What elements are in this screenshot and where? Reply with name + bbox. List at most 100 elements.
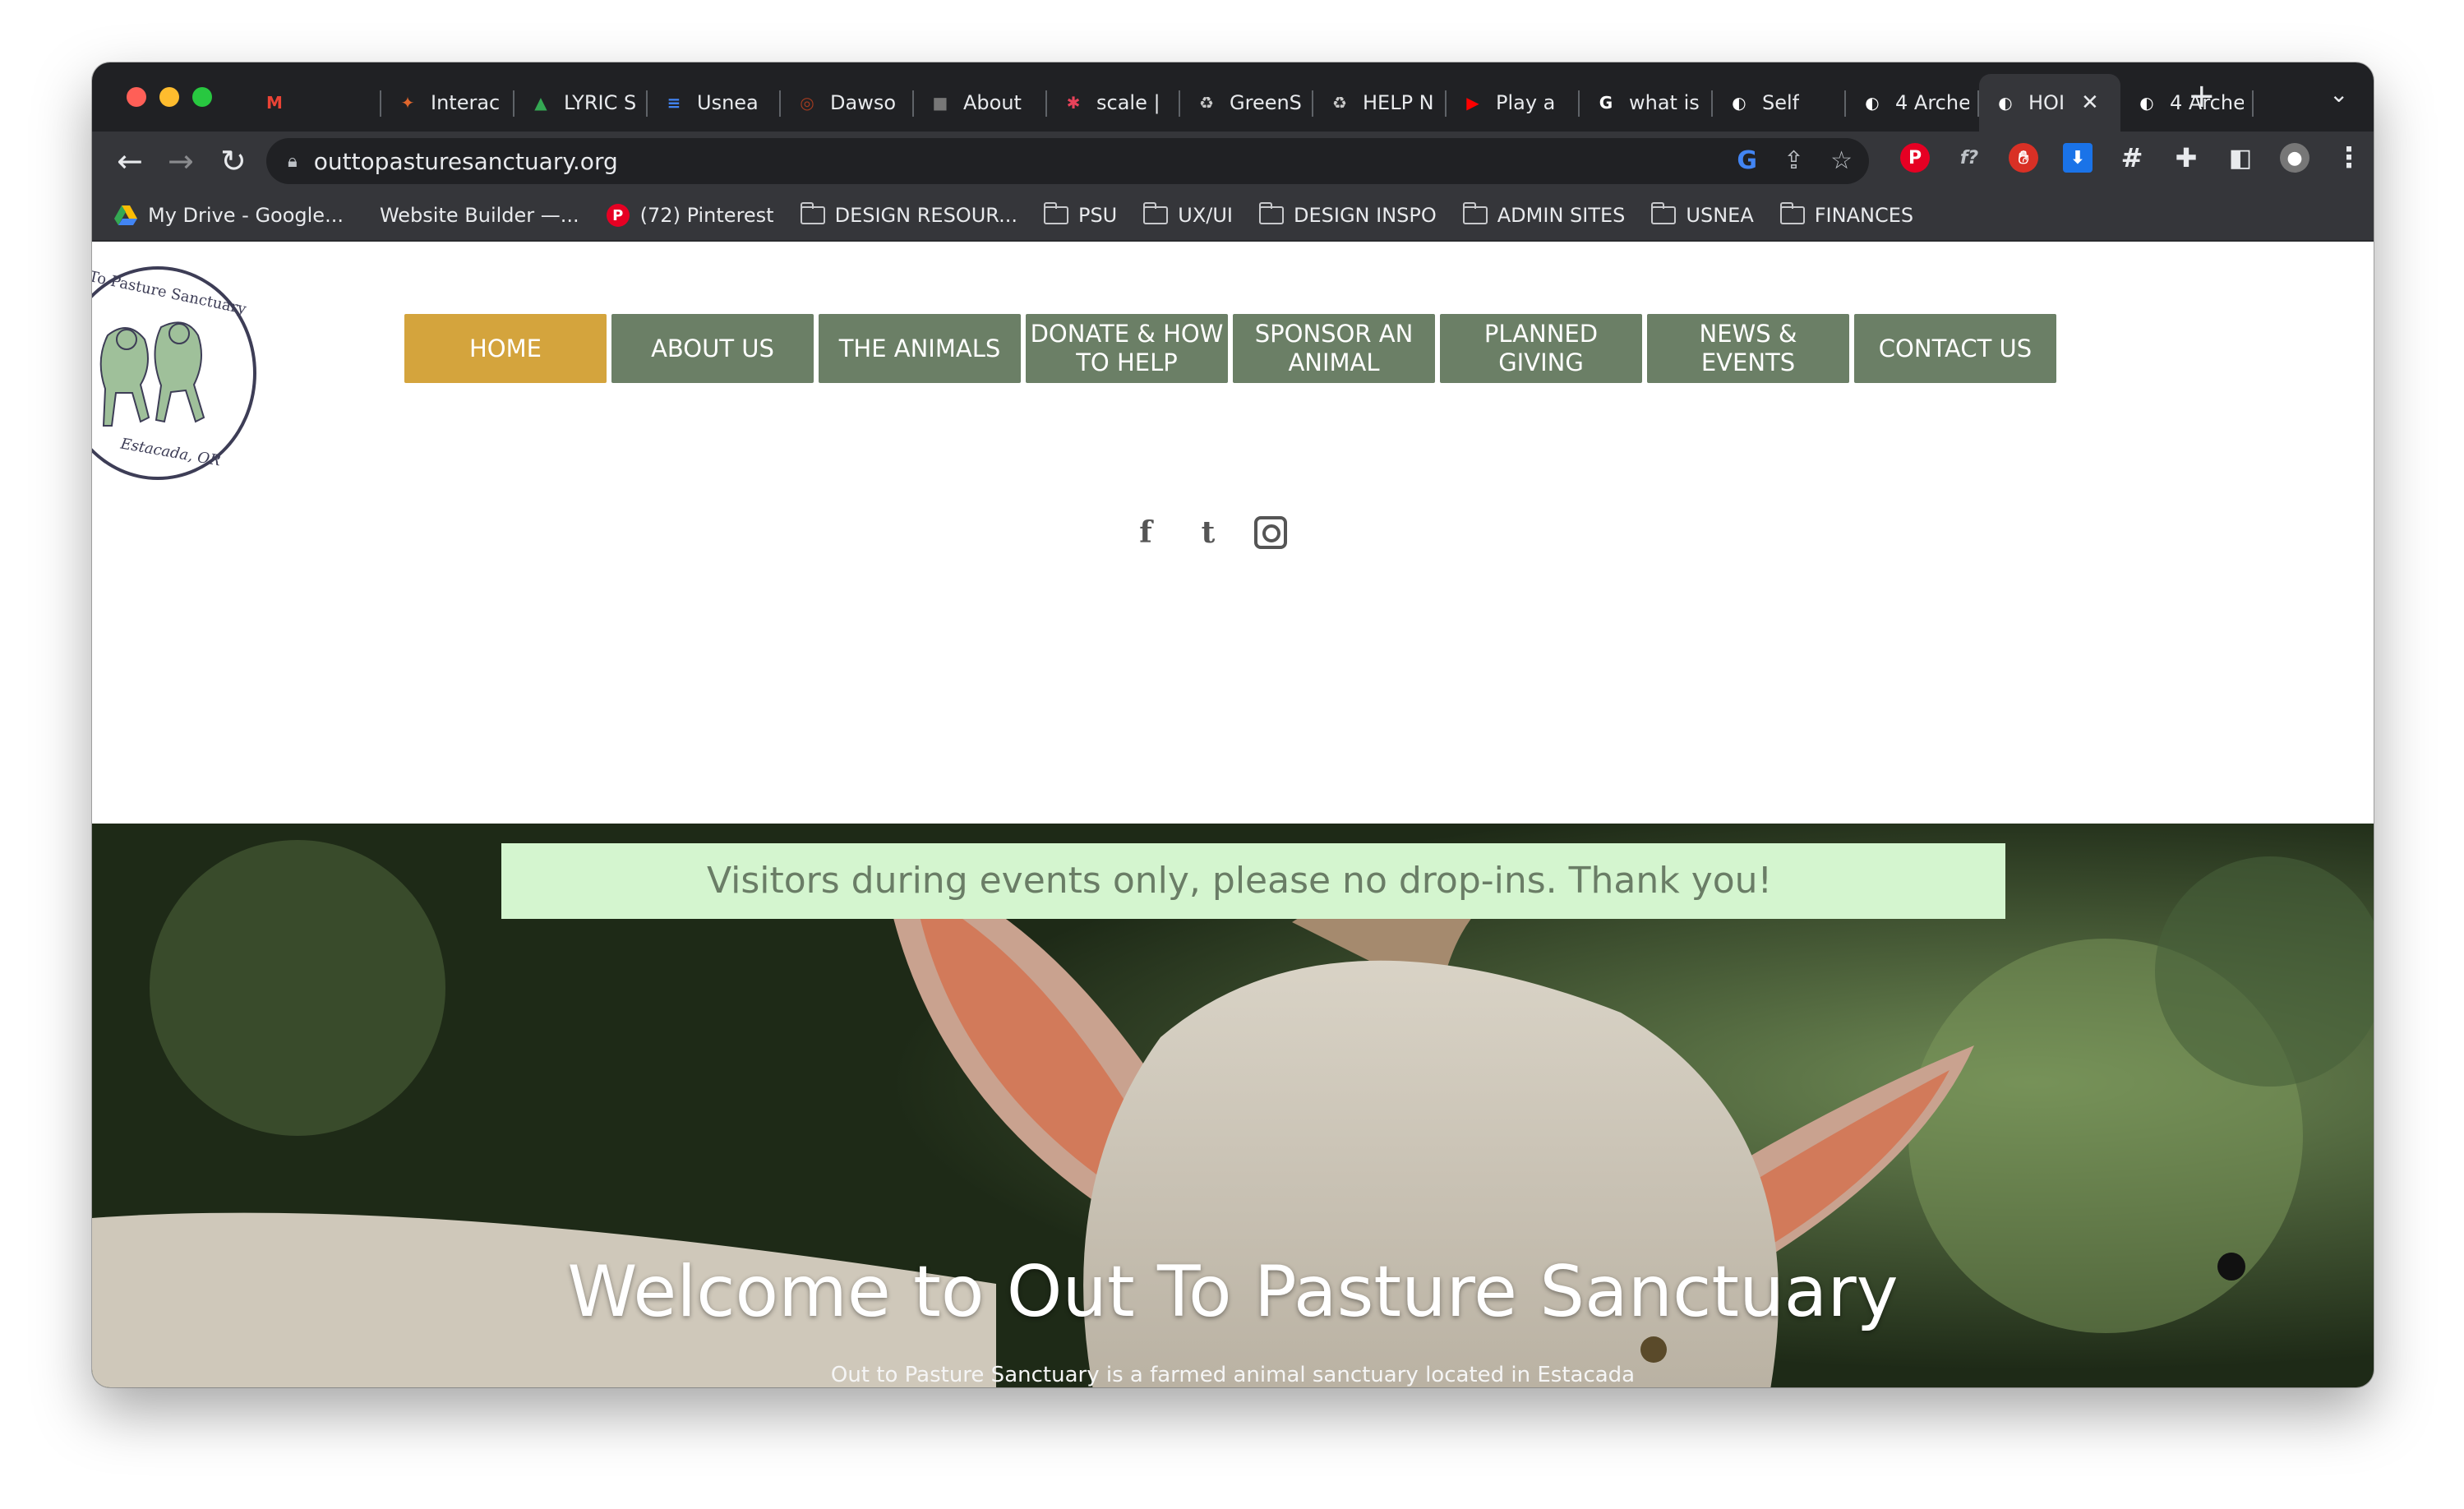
hero-subtitle: Out to Pasture Sanctuary is a farmed ani… (830, 1363, 1636, 1387)
drive-icon (113, 205, 138, 225)
tab-search-button[interactable]: ⌄ (2329, 81, 2348, 108)
bookmark-item[interactable]: FINANCES (1779, 202, 1913, 227)
bookmark-star-icon[interactable]: ☆ (1830, 145, 1853, 178)
google-icon: G (1599, 93, 1613, 113)
browser-tab[interactable]: ≡ Usnea (648, 74, 781, 132)
close-window-button[interactable] (127, 87, 146, 107)
bookmark-item[interactable]: My Drive - Google... (113, 204, 344, 227)
tab-list: M ✦ Interac ▲ LYRIC S ≡ Usnea ◎ Dawso ■ About ✱ scal… (248, 74, 2254, 132)
tab-title: Self (1762, 91, 1800, 114)
tab-title: scale | (1096, 91, 1160, 114)
kebab-menu-icon[interactable]: ⋮ (2334, 141, 2364, 174)
puzzle-extensions-icon[interactable]: ✚ (2171, 142, 2201, 173)
bookmark-item[interactable]: UX/UI (1143, 202, 1233, 227)
tab-title: Dawso (830, 91, 897, 114)
nav-item-home[interactable]: HOME (404, 314, 607, 383)
nav-item-news-events[interactable]: NEWS & EVENTS (1647, 314, 1849, 383)
chat-widget-button[interactable] (2217, 1253, 2245, 1281)
dawson-icon: ◎ (800, 93, 814, 113)
docs-icon: ≡ (667, 93, 681, 113)
maximize-window-button[interactable] (192, 87, 212, 107)
download-extension-icon[interactable]: ⬇︎ (2063, 143, 2093, 173)
new-tab-button[interactable]: + (2188, 77, 2216, 115)
tab-title: Play a (1496, 91, 1556, 114)
sidepanel-icon[interactable]: ◧ (2226, 143, 2255, 173)
tab-title: Interac (431, 91, 501, 114)
asterisk-icon: ✱ (1066, 93, 1081, 113)
browser-tab[interactable]: ▶ Play a (1447, 74, 1580, 132)
tab-title: 4 Arche (1895, 91, 1969, 114)
nav-item-planned-giving[interactable]: PLANNED GIVING (1440, 314, 1642, 383)
bookmark-label: My Drive - Google... (148, 204, 344, 227)
url-text[interactable]: outtopasturesanctuary.org (314, 148, 618, 175)
browser-tab[interactable]: ◐ 4 Arche (2120, 74, 2254, 132)
drive-icon: ▲ (534, 93, 547, 113)
browser-tab[interactable]: ♻ HELP N (1313, 74, 1447, 132)
globe-icon: ◐ (1998, 93, 2013, 113)
bookmark-label: ADMIN SITES (1497, 204, 1626, 227)
address-bar[interactable]: 🔒︎ outtopasturesanctuary.org G ⇪ ☆ (266, 138, 1869, 184)
tumblr-icon[interactable]: t (1192, 515, 1225, 550)
browser-tab[interactable]: Gwhat is (1580, 74, 1713, 132)
bookmark-item[interactable]: DESIGN RESOUR... (800, 202, 1017, 227)
main-navigation: HOME ABOUT US THE ANIMALS DONATE & HOW TO H… (404, 314, 2056, 383)
browser-tab[interactable]: M (248, 74, 381, 132)
folder-icon (1143, 202, 1169, 224)
nav-item-the-animals[interactable]: THE ANIMALS (819, 314, 1021, 383)
cube-icon: ■ (932, 93, 948, 113)
tab-title: About (963, 91, 1022, 114)
tab-title: HELP N (1363, 91, 1434, 114)
visitor-notice-banner: Visitors during events only, please no d… (501, 843, 2005, 919)
facebook-icon[interactable]: f (1129, 515, 1162, 550)
nav-item-donate-how-to-help[interactable]: DONATE & HOW TO HELP (1026, 314, 1228, 383)
hashtag-extension-icon[interactable]: # (2117, 142, 2147, 173)
nav-item-sponsor-an-animal[interactable]: SPONSOR AN ANIMAL (1233, 314, 1435, 383)
forward-icon[interactable]: → (168, 143, 194, 179)
close-tab-icon[interactable]: ✕ (2081, 90, 2099, 115)
adblock-extension-icon[interactable]: ✋︎ (2009, 143, 2038, 173)
instagram-icon[interactable] (1254, 516, 1287, 549)
social-links: f t (1129, 515, 1287, 550)
lock-icon[interactable]: 🔒︎ (288, 151, 298, 172)
bookmark-item[interactable]: DESIGN INSPO (1259, 202, 1437, 227)
browser-tab[interactable]: ♻ GreenS (1180, 74, 1313, 132)
bookmark-item[interactable]: PSU (1043, 202, 1117, 227)
sanctuary-logo[interactable]: To Pasture Sanctuary Estacada, OR (92, 266, 256, 480)
bookmark-item[interactable]: Website Builder —... (370, 204, 579, 227)
bookmark-label: UX/UI (1178, 204, 1233, 227)
pinterest-extension-icon[interactable]: P (1900, 143, 1930, 173)
browser-tab[interactable]: ◎ Dawso (781, 74, 914, 132)
browser-tab[interactable]: ▲ LYRIC S (514, 74, 648, 132)
folder-icon (1259, 202, 1284, 224)
folder-icon (1651, 202, 1677, 224)
browser-window: M ✦ Interac ▲ LYRIC S ≡ Usnea ◎ Dawso ■ About ✱ scal… (92, 62, 2374, 1387)
browser-tab[interactable]: ✦ Interac (381, 74, 514, 132)
bookmark-label: (72) Pinterest (639, 204, 774, 227)
bookmark-item[interactable]: USNEA (1651, 202, 1754, 227)
tab-title: HOI (2028, 91, 2065, 114)
pinterest-icon: P (606, 204, 630, 227)
bookmark-label: Website Builder —... (379, 204, 579, 227)
bookmark-label: USNEA (1686, 204, 1754, 227)
share-icon[interactable]: ⇪ (1783, 145, 1804, 178)
web-page: To Pasture Sanctuary Estacada, OR HOME AB… (92, 242, 2374, 1387)
browser-tab[interactable]: ■ About (914, 74, 1047, 132)
bookmark-item[interactable]: P (72) Pinterest (606, 204, 774, 227)
hero-title: Welcome to Out To Pasture Sanctuary (567, 1251, 1899, 1333)
globe-icon: ◐ (2139, 93, 2154, 113)
profile-avatar[interactable]: ● (2280, 143, 2309, 173)
browser-toolbar: ← → ↻ 🔒︎ outtopasturesanctuary.org G ⇪ ☆… (92, 132, 2374, 191)
nav-item-about-us[interactable]: ABOUT US (611, 314, 814, 383)
minimize-window-button[interactable] (159, 87, 179, 107)
google-lens-icon[interactable]: G (1737, 145, 1757, 178)
browser-tab[interactable]: ◐ HOI ✕ (1979, 74, 2120, 132)
back-icon[interactable]: ← (117, 143, 143, 179)
browser-tab[interactable]: ✱ scale | (1047, 74, 1180, 132)
nav-item-contact-us[interactable]: CONTACT US (1854, 314, 2056, 383)
folder-icon (1779, 202, 1805, 224)
browser-tab[interactable]: ◐ Self (1713, 74, 1846, 132)
bookmark-item[interactable]: ADMIN SITES (1462, 202, 1626, 227)
browser-tab[interactable]: ◐ 4 Arche (1846, 74, 1979, 132)
font-extension-icon[interactable]: f? (1954, 143, 1984, 173)
reload-icon[interactable]: ↻ (220, 143, 247, 179)
